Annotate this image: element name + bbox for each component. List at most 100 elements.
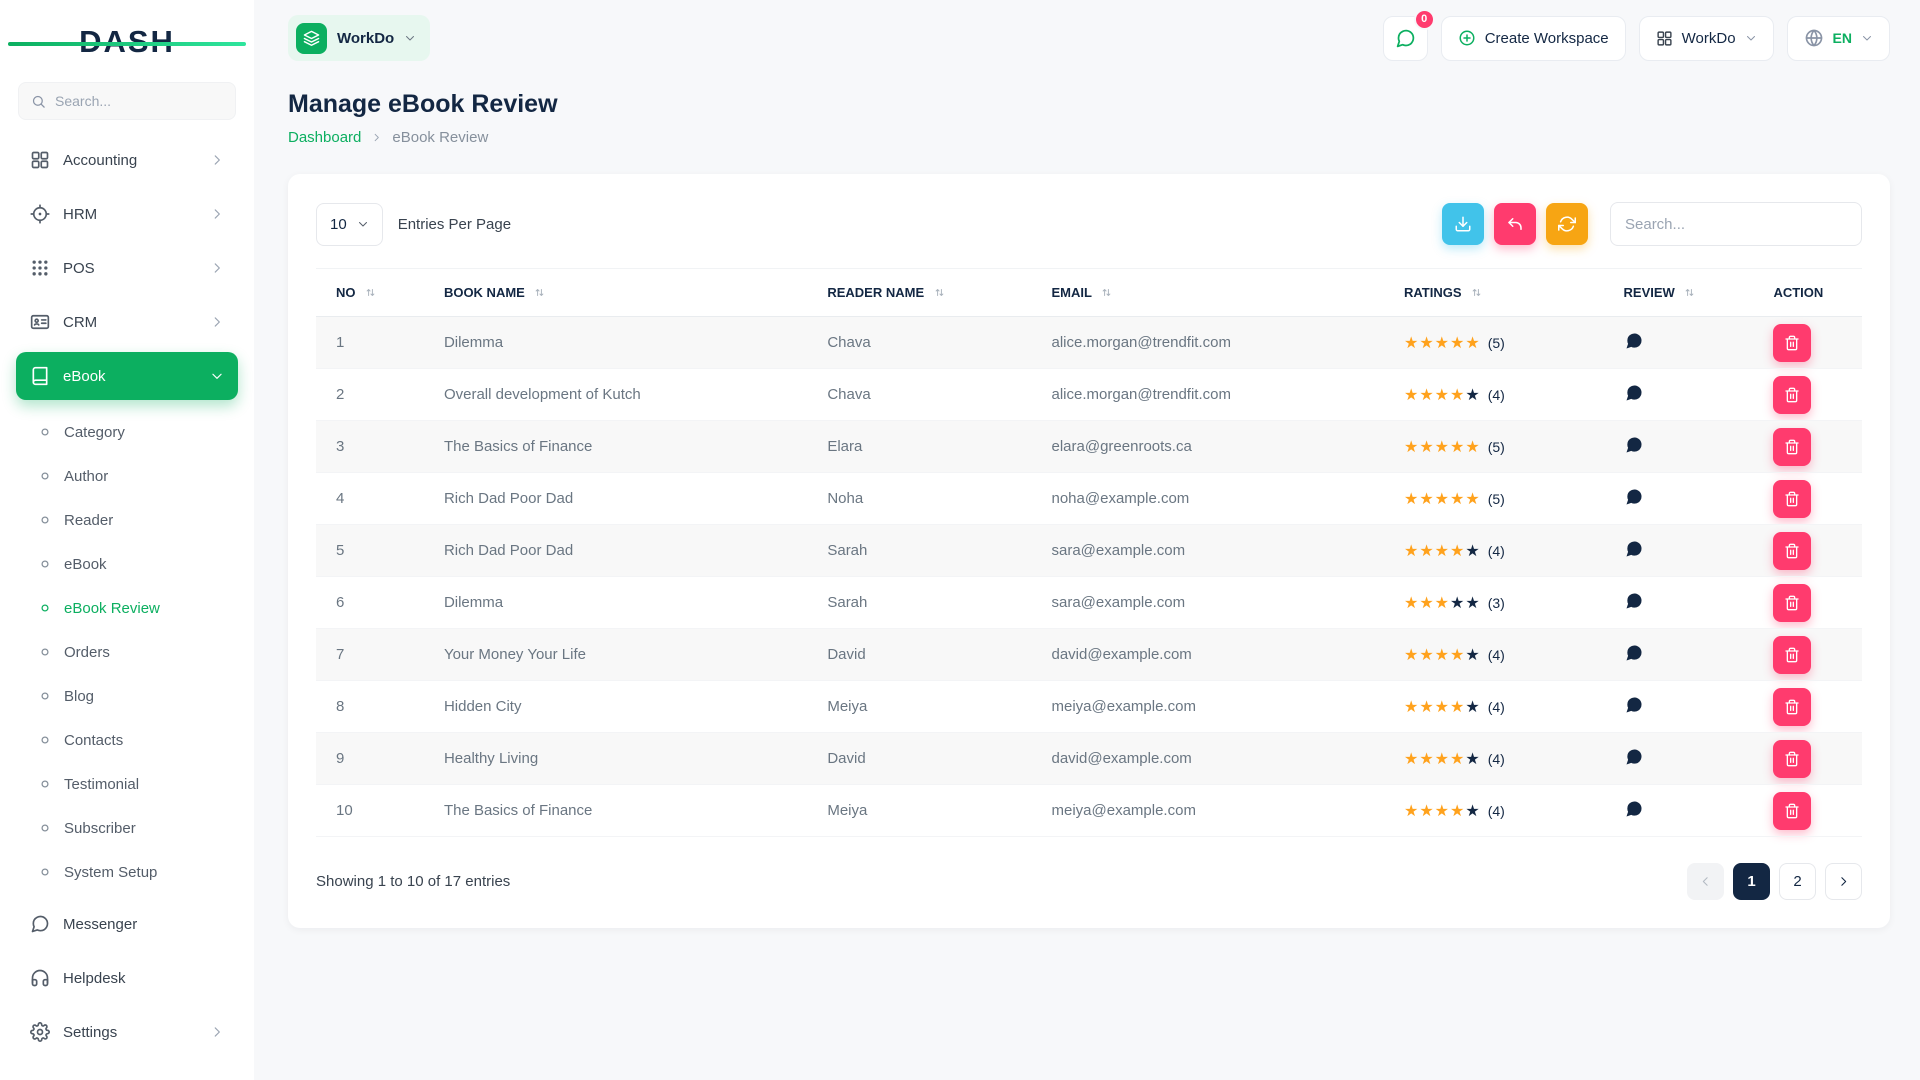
column-header-email[interactable]: EMAIL <box>1040 269 1392 317</box>
pagination-next-button[interactable] <box>1825 863 1862 900</box>
rating-count: (5) <box>1488 439 1505 455</box>
comment-icon[interactable] <box>1624 487 1644 507</box>
entries-per-page: 10 Entries Per Page <box>316 203 511 246</box>
comment-icon[interactable] <box>1624 331 1644 351</box>
sidebar-subitem-category[interactable]: Category <box>28 410 238 454</box>
sidebar-item-accounting[interactable]: Accounting <box>16 136 238 184</box>
delete-button[interactable] <box>1773 584 1811 622</box>
column-header-book-name[interactable]: BOOK NAME <box>432 269 815 317</box>
language-selector[interactable]: EN <box>1787 16 1890 61</box>
sidebar-subitem-contacts[interactable]: Contacts <box>28 718 238 762</box>
comment-icon[interactable] <box>1624 383 1644 403</box>
table-search-input[interactable] <box>1610 202 1862 246</box>
comment-icon[interactable] <box>1624 643 1644 663</box>
comment-icon[interactable] <box>1624 799 1644 819</box>
sidebar-search[interactable] <box>18 82 236 120</box>
delete-button[interactable] <box>1773 428 1811 466</box>
entries-per-page-select[interactable]: 10 <box>316 203 383 246</box>
sidebar-subitem-ebook[interactable]: eBook <box>28 542 238 586</box>
chevron-right-icon <box>371 132 382 143</box>
cell-book-name: Rich Dad Poor Dad <box>432 525 815 577</box>
delete-button[interactable] <box>1773 792 1811 830</box>
star-icon: ★ <box>1465 489 1480 508</box>
cell-no: 3 <box>316 421 432 473</box>
menu-item-icon <box>30 150 50 170</box>
workspace-switcher[interactable]: WorkDo <box>288 15 430 61</box>
sidebar-subitem-subscriber[interactable]: Subscriber <box>28 806 238 850</box>
sidebar-item-hrm[interactable]: HRM <box>16 190 238 238</box>
brand-logo[interactable]: DASH <box>16 20 238 64</box>
comment-icon[interactable] <box>1624 435 1644 455</box>
star-icon: ★ <box>1419 645 1434 664</box>
reset-button[interactable] <box>1494 203 1536 245</box>
page-button-1[interactable]: 1 <box>1733 863 1770 900</box>
sidebar-item-settings[interactable]: Settings <box>16 1008 238 1056</box>
reload-button[interactable] <box>1546 203 1588 245</box>
page-button-2[interactable]: 2 <box>1779 863 1816 900</box>
delete-button[interactable] <box>1773 532 1811 570</box>
create-workspace-button[interactable]: Create Workspace <box>1441 16 1626 61</box>
column-header-action[interactable]: ACTION <box>1761 269 1862 317</box>
globe-icon <box>1804 28 1824 48</box>
sidebar-item-ebook[interactable]: eBook <box>16 352 238 400</box>
search-icon <box>31 94 46 109</box>
pagination-prev-button[interactable] <box>1687 863 1724 900</box>
delete-button[interactable] <box>1773 480 1811 518</box>
table-row-4: 4 Rich Dad Poor Dad Noha noha@example.co… <box>316 473 1862 525</box>
cell-email: elara@greenroots.ca <box>1040 421 1392 473</box>
workspace-icon <box>296 23 327 54</box>
rating-stars: ★★★★★ <box>1404 749 1481 768</box>
sidebar-subitem-testimonial[interactable]: Testimonial <box>28 762 238 806</box>
cell-ratings: ★★★★★ (4) <box>1392 629 1612 681</box>
breadcrumb-current: eBook Review <box>392 129 488 146</box>
cell-book-name: The Basics of Finance <box>432 421 815 473</box>
workdo-dropdown[interactable]: WorkDo <box>1639 16 1774 61</box>
rating-count: (4) <box>1488 699 1505 715</box>
sidebar-subitem-reader[interactable]: Reader <box>28 498 238 542</box>
dot-icon <box>40 427 50 437</box>
sidebar-subitem-blog[interactable]: Blog <box>28 674 238 718</box>
delete-button[interactable] <box>1773 688 1811 726</box>
cell-review <box>1612 421 1762 473</box>
column-header-label: RATINGS <box>1404 285 1462 300</box>
breadcrumb-dashboard-link[interactable]: Dashboard <box>288 129 361 146</box>
page-title: Manage eBook Review <box>288 90 1890 119</box>
star-icon: ★ <box>1404 645 1419 664</box>
delete-button[interactable] <box>1773 740 1811 778</box>
menu-item-label: eBook <box>63 368 197 385</box>
sidebar-search-input[interactable] <box>55 93 223 109</box>
sidebar-subitem-system-setup[interactable]: System Setup <box>28 850 238 894</box>
sidebar-item-pos[interactable]: POS <box>16 244 238 292</box>
comment-icon[interactable] <box>1624 695 1644 715</box>
star-icon: ★ <box>1419 697 1434 716</box>
comment-icon[interactable] <box>1624 539 1644 559</box>
export-button[interactable] <box>1442 203 1484 245</box>
messages-button[interactable]: 0 <box>1383 16 1428 61</box>
cell-book-name: Healthy Living <box>432 733 815 785</box>
comment-icon[interactable] <box>1624 591 1644 611</box>
sidebar-item-helpdesk[interactable]: Helpdesk <box>16 954 238 1002</box>
menu-item-icon <box>30 258 50 278</box>
entries-per-page-value: 10 <box>330 216 347 233</box>
sidebar-menu: Accounting HRM POS CRM eBook <box>16 136 238 1056</box>
sidebar-subitem-orders[interactable]: Orders <box>28 630 238 674</box>
sidebar-item-crm[interactable]: CRM <box>16 298 238 346</box>
rating-count: (5) <box>1488 491 1505 507</box>
download-icon <box>1454 215 1472 233</box>
submenu-item-label: Blog <box>64 688 94 705</box>
sidebar-subitem-ebook-review[interactable]: eBook Review <box>28 586 238 630</box>
comment-icon[interactable] <box>1624 747 1644 767</box>
dot-icon <box>40 867 50 877</box>
rating-count: (4) <box>1488 387 1505 403</box>
column-header-reader-name[interactable]: READER NAME <box>815 269 1039 317</box>
chevron-down-icon <box>404 32 416 44</box>
column-header-review[interactable]: REVIEW <box>1612 269 1762 317</box>
delete-button[interactable] <box>1773 376 1811 414</box>
sidebar-subitem-author[interactable]: Author <box>28 454 238 498</box>
star-icon: ★ <box>1450 593 1465 612</box>
delete-button[interactable] <box>1773 636 1811 674</box>
column-header-no[interactable]: NO <box>316 269 432 317</box>
column-header-ratings[interactable]: RATINGS <box>1392 269 1612 317</box>
delete-button[interactable] <box>1773 324 1811 362</box>
sidebar-item-messenger[interactable]: Messenger <box>16 900 238 948</box>
